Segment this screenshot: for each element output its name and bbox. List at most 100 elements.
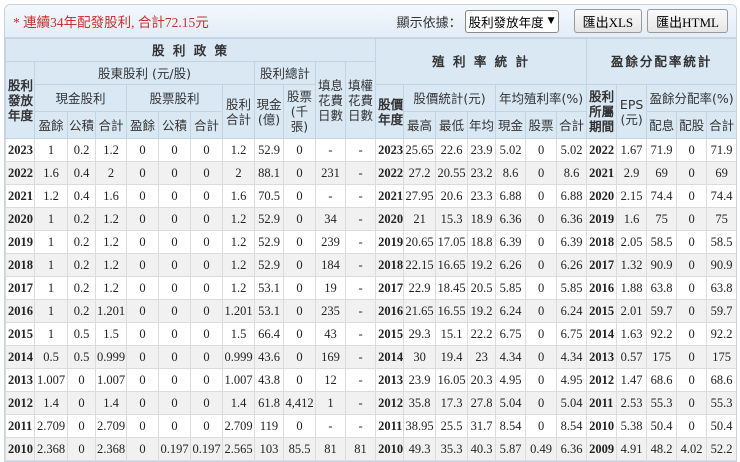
- table-cell: 40.3: [467, 437, 497, 461]
- table-cell: 0: [158, 138, 191, 162]
- table-cell: 2017: [375, 276, 405, 300]
- table-cell: 15.1: [435, 322, 469, 346]
- table-cell: 0.5: [67, 322, 96, 346]
- table-cell: 68.6: [646, 368, 678, 392]
- table-cell: 0: [525, 414, 558, 438]
- table-cell: 1: [34, 230, 68, 254]
- table-cell: 63.8: [706, 276, 736, 300]
- table-cell: 4.95: [556, 368, 588, 392]
- header-yield-total: 合計: [556, 111, 588, 139]
- table-cell: 2019: [586, 207, 618, 231]
- table-cell: 2.9: [616, 161, 648, 185]
- table-cell: 68.6: [706, 368, 736, 392]
- table-cell: 1.2: [95, 276, 127, 300]
- table-cell: 2018: [5, 253, 35, 277]
- table-cell: 0.5: [34, 345, 68, 369]
- table-cell: 18.45: [435, 276, 469, 300]
- table-cell: 0.2: [67, 299, 96, 323]
- display-basis-select[interactable]: 股利發放年度 ▼: [464, 9, 559, 33]
- table-cell: 6.88: [556, 184, 588, 208]
- table-cell: 0: [283, 276, 316, 300]
- table-cell: 6.75: [556, 322, 588, 346]
- header-stock-div: 股票股利: [126, 84, 223, 112]
- table-cell: 92.2: [646, 322, 678, 346]
- table-cell: 6.26: [556, 253, 588, 277]
- table-cell: 0.2: [67, 207, 96, 231]
- table-cell: 20.5: [467, 276, 497, 300]
- export-html-button[interactable]: 匯出HTML: [647, 9, 728, 33]
- table-cell: 5.02: [495, 138, 527, 162]
- table-cell: 0: [190, 299, 223, 323]
- table-cell: 0: [158, 184, 191, 208]
- table-cell: 90.9: [706, 253, 736, 277]
- table-cell: 19.2: [467, 253, 497, 277]
- table-cell: 0: [190, 230, 223, 254]
- table-cell: 0.4: [67, 184, 96, 208]
- table-cell: 0: [190, 138, 223, 162]
- header-avg: 年均: [467, 111, 497, 139]
- table-cell: 0: [190, 345, 223, 369]
- table-cell: 0: [676, 299, 708, 323]
- header-stock-k: 股票(千張): [283, 84, 316, 139]
- table-cell: 5.85: [495, 276, 527, 300]
- table-cell: 8.54: [556, 414, 588, 438]
- table-cell: 4.34: [495, 345, 527, 369]
- table-cell: 4,412: [283, 391, 316, 415]
- table-cell: 2017: [586, 253, 618, 277]
- table-cell: 2022: [375, 161, 405, 185]
- table-cell: 0: [525, 207, 558, 231]
- table-cell: 0: [190, 368, 223, 392]
- table-cell: 0: [126, 414, 159, 438]
- table-cell: 8.54: [495, 414, 527, 438]
- table-row: 2016 1 0.2 1.201 0 0 0 1.201 53.1 0 235-2016 21.65 1…: [5, 299, 736, 323]
- table-cell: 22.2: [467, 322, 497, 346]
- table-cell: 2021: [586, 161, 618, 185]
- table-cell: 1: [315, 391, 346, 415]
- table-cell: 0: [283, 230, 316, 254]
- table-cell: 50.4: [706, 414, 736, 438]
- table-cell: 0: [525, 345, 558, 369]
- table-cell: 2012: [5, 391, 35, 415]
- table-cell: 35.8: [403, 391, 437, 415]
- header-dist-year: 股利發放年度: [5, 61, 35, 139]
- table-cell: 2.368: [34, 437, 68, 461]
- table-cell: 0: [126, 276, 159, 300]
- table-cell: 81: [315, 437, 346, 461]
- table-row: 2019 1 0.2 1.2 0 0 0 1.2 52.9 0 239-2019 20.65 17.05…: [5, 230, 736, 254]
- table-cell: 27.2: [403, 161, 437, 185]
- table-cell: 1.007: [95, 368, 127, 392]
- table-cell: -: [344, 299, 377, 323]
- export-xls-button[interactable]: 匯出XLS: [573, 9, 643, 33]
- table-cell: 1.67: [616, 138, 648, 162]
- table-cell: 75: [646, 207, 678, 231]
- table-cell: 2016: [5, 299, 35, 323]
- table-cell: 0: [126, 253, 159, 277]
- table-cell: 0: [190, 161, 223, 185]
- table-cell: 59.7: [646, 299, 678, 323]
- table-cell: 1.2: [34, 184, 68, 208]
- table-cell: 0: [283, 368, 316, 392]
- table-cell: 2: [95, 161, 127, 185]
- table-cell: 52.9: [254, 138, 284, 162]
- header-pay-stock: 配股: [676, 111, 708, 139]
- table-cell: 0: [190, 184, 223, 208]
- table-cell: 0: [525, 368, 558, 392]
- table-cell: 2020: [5, 207, 35, 231]
- table-cell: -: [315, 138, 346, 162]
- display-basis-value: 股利發放年度: [468, 14, 544, 30]
- table-row: 2013 1.007 0 1.007 0 0 0 1.007 43.8 0 12-2013 23.9 1…: [5, 368, 736, 392]
- header-yield-stock: 股票: [525, 111, 558, 139]
- table-cell: 2010: [375, 437, 405, 461]
- table-cell: 0: [158, 368, 191, 392]
- table-cell: 0: [126, 368, 159, 392]
- table-cell: 6.88: [495, 184, 527, 208]
- header-low: 最低: [435, 111, 469, 139]
- table-cell: 2016: [375, 299, 405, 323]
- table-cell: 92.2: [706, 322, 736, 346]
- table-cell: 1.2: [95, 230, 127, 254]
- table-cell: 0: [126, 161, 159, 185]
- table-cell: 53.1: [254, 276, 284, 300]
- header-cash-total: 合計: [95, 111, 127, 139]
- table-cell: 0: [190, 276, 223, 300]
- table-cell: 63.8: [646, 276, 678, 300]
